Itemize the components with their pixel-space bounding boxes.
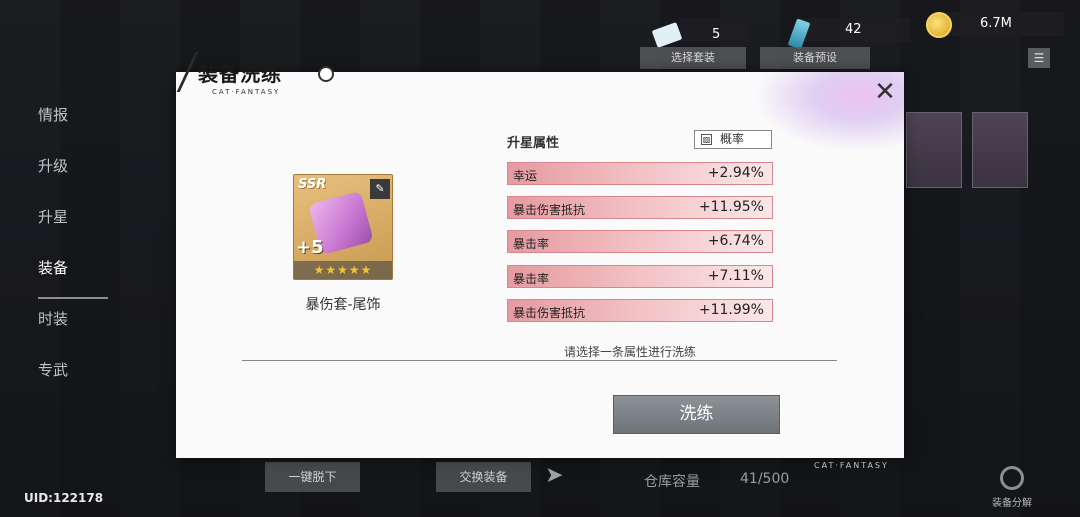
attribute-name: 暴击率 — [513, 237, 550, 251]
arrow-right-icon[interactable]: ➤ — [545, 463, 563, 488]
attr-header: 升星属性 — [507, 136, 560, 151]
coin-count: 6.7M — [980, 16, 1012, 31]
coin-icon — [926, 12, 952, 38]
attribute-value: +11.99% — [698, 302, 764, 318]
equip-preset-button[interactable]: 装备预设 — [760, 47, 870, 69]
rarity-badge: SSR — [298, 177, 327, 192]
decompose-label: 装备分解 — [992, 498, 1032, 509]
attribute-value: +2.94% — [707, 165, 764, 181]
side-nav-equipment[interactable]: 装备 — [38, 253, 108, 299]
dialog-title: 装备洗练 — [198, 62, 282, 86]
swap-equip-button[interactable]: 交换装备 — [436, 462, 531, 492]
attribute-value: +6.74% — [707, 233, 764, 249]
equip-slot-thumb[interactable] — [972, 112, 1028, 188]
attribute-row[interactable]: 暴击率 +7.11% — [507, 265, 773, 288]
settings-icon[interactable]: ☰ — [1028, 48, 1050, 68]
refine-hint: 请选择一条属性进行洗练 — [564, 345, 697, 359]
side-nav-exclusive-weapon[interactable]: 专武 — [38, 355, 98, 406]
attribute-name: 暴击伤害抵抗 — [513, 203, 586, 217]
item-name: 暴伤套-尾饰 — [305, 297, 381, 313]
side-nav-intel[interactable]: 情报 — [38, 100, 98, 151]
storage-value: 41/500 — [740, 471, 790, 487]
dialog-title-sub: CAT·FANTASY — [212, 88, 281, 96]
brush-icon: ✎ — [370, 179, 390, 199]
decompose-button[interactable]: 装备分解 — [986, 466, 1038, 509]
attribute-row[interactable]: 暴击伤害抵抗 +11.99% — [507, 299, 773, 322]
side-nav: 情报 升级 升星 装备 时装 专武 — [38, 100, 108, 406]
attribute-row[interactable]: 幸运 +2.94% — [507, 162, 773, 185]
select-set-button[interactable]: 选择套装 — [640, 47, 746, 69]
user-id: UID:122178 — [24, 491, 104, 505]
attribute-row[interactable]: 暴击率 +6.74% — [507, 230, 773, 253]
attribute-name: 幸运 — [513, 169, 538, 183]
attribute-name: 暴击伤害抵抗 — [513, 306, 586, 320]
recycle-icon — [1000, 466, 1024, 490]
side-nav-costume[interactable]: 时装 — [38, 304, 98, 355]
unequip-all-button[interactable]: 一键脱下 — [265, 462, 360, 492]
brand-footer: CAT·FANTASY — [814, 461, 889, 470]
enhance-level: +5 — [296, 237, 324, 258]
attribute-value: +7.11% — [707, 268, 764, 284]
probability-icon: ▨ — [701, 134, 712, 145]
refine-button[interactable]: 洗练 — [613, 395, 780, 434]
attribute-value: +11.95% — [698, 199, 764, 215]
attribute-row[interactable]: 暴击伤害抵抗 +11.95% — [507, 196, 773, 219]
close-icon[interactable]: ✕ — [870, 78, 900, 108]
side-nav-star-up[interactable]: 升星 — [38, 202, 98, 253]
equip-slot-thumb[interactable] — [906, 112, 962, 188]
divider — [242, 360, 837, 361]
attribute-name: 暴击率 — [513, 272, 550, 286]
card-count: 42 — [845, 22, 862, 37]
storage-label: 仓库容量 — [644, 474, 700, 490]
star-rating: ★★★★★ — [294, 261, 392, 279]
ticket-count: 5 — [712, 27, 721, 42]
probability-button[interactable]: ▨ 概率 — [694, 130, 772, 149]
info-icon[interactable] — [318, 66, 334, 82]
probability-label: 概率 — [720, 132, 745, 146]
side-nav-upgrade[interactable]: 升级 — [38, 151, 98, 202]
item-card: SSR ✎ +5 ★★★★★ — [293, 174, 393, 280]
